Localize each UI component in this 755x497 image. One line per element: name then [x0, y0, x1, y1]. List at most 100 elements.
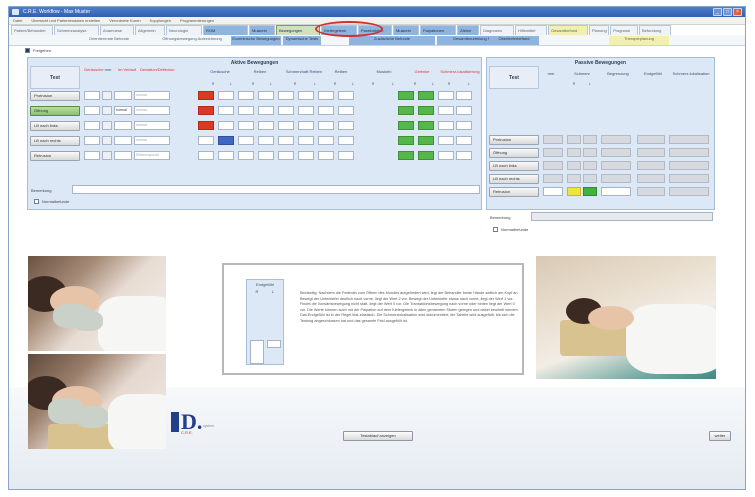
subtab-6[interactable]: Oberkieferbefund: [489, 36, 539, 45]
tab-prognose[interactable]: Prognose: [610, 25, 638, 35]
tab-allgemein[interactable]: Allgemein: [135, 25, 165, 35]
passive-cell[interactable]: [567, 161, 581, 170]
passive-cell[interactable]: [583, 135, 597, 144]
passive-cell[interactable]: [669, 161, 709, 170]
passive-test-button-2[interactable]: LB nach links: [489, 161, 539, 171]
tab-rom[interactable]: ROM: [203, 25, 248, 35]
active-pain-loc-field[interactable]: [438, 136, 454, 145]
active-status-empty[interactable]: [298, 136, 314, 145]
active-mm-field[interactable]: [102, 121, 112, 130]
active-pain-loc-field[interactable]: [456, 136, 472, 145]
active-status-empty[interactable]: [318, 151, 334, 160]
menu-item-file[interactable]: Datei: [13, 18, 22, 23]
active-test-button-2[interactable]: LB nach links: [30, 121, 80, 131]
active-deviation-field[interactable]: normal: [134, 136, 170, 145]
active-status-green[interactable]: [418, 136, 434, 145]
tab-muskeln[interactable]: Muskeln: [249, 25, 275, 35]
active-status-green[interactable]: [398, 91, 414, 100]
active-mm-field[interactable]: [102, 151, 112, 160]
active-status-empty[interactable]: [258, 136, 274, 145]
menu-item-overview[interactable]: Übersicht und Patientendaten erstellen: [31, 18, 100, 23]
tab-muskeln[interactable]: Muskeln: [393, 25, 419, 35]
active-status-red[interactable]: [198, 106, 214, 115]
active-noise-field[interactable]: [84, 106, 100, 115]
subtab-3[interactable]: Dynamische Tests: [283, 36, 321, 45]
active-status-red[interactable]: [198, 91, 214, 100]
passive-remark-field[interactable]: [531, 212, 713, 221]
tab-bewegungen[interactable]: Bewegungen: [276, 25, 320, 35]
subtab-7[interactable]: Therapieplanung: [609, 36, 669, 45]
active-status-empty[interactable]: [338, 151, 354, 160]
freigeben-checkbox[interactable]: [25, 48, 30, 53]
passive-cell[interactable]: [601, 187, 631, 196]
active-status-green[interactable]: [398, 151, 414, 160]
active-status-empty[interactable]: [318, 91, 334, 100]
passive-cell[interactable]: [567, 174, 581, 183]
active-status-empty[interactable]: [218, 91, 234, 100]
passive-cell[interactable]: [601, 161, 631, 170]
active-status-empty[interactable]: [278, 151, 294, 160]
active-remark-field[interactable]: [72, 185, 480, 194]
subtab-4[interactable]: Zusätzliche Befunde: [349, 36, 435, 45]
passive-cell[interactable]: [637, 148, 665, 157]
active-deviation-field[interactable]: normal: [134, 121, 170, 130]
active-status-empty[interactable]: [198, 151, 214, 160]
subtab-0[interactable]: Orientierende Befunde: [79, 36, 139, 45]
active-status-empty[interactable]: [198, 136, 214, 145]
active-test-button-1[interactable]: Öffnung: [30, 106, 80, 116]
freigeben-checkbox-row[interactable]: Freigeben: [25, 48, 51, 53]
active-status-empty[interactable]: [298, 106, 314, 115]
passive-cell[interactable]: [543, 174, 563, 183]
active-pain-loc-field[interactable]: [438, 106, 454, 115]
active-course-field[interactable]: [114, 91, 132, 100]
tab-hilfsmittel[interactable]: Hilfsmittel: [515, 25, 547, 35]
active-status-empty[interactable]: [218, 121, 234, 130]
active-status-empty[interactable]: [278, 121, 294, 130]
passive-cell[interactable]: [669, 148, 709, 157]
active-status-empty[interactable]: [238, 106, 254, 115]
active-status-empty[interactable]: [238, 121, 254, 130]
passive-cell[interactable]: [601, 174, 631, 183]
active-status-green[interactable]: [418, 91, 434, 100]
passive-cell[interactable]: [583, 148, 597, 157]
active-deviation-field[interactable]: normal: [134, 106, 170, 115]
active-test-button-4[interactable]: Retrusion: [30, 151, 80, 161]
active-normal-row[interactable]: Normalbefunde: [34, 199, 69, 204]
passive-test-button-4[interactable]: Retrusion: [489, 187, 539, 197]
active-course-field[interactable]: normal: [114, 106, 132, 115]
active-test-button-0[interactable]: Protrusion: [30, 91, 80, 101]
passive-cell[interactable]: [637, 187, 665, 196]
active-noise-field[interactable]: [84, 91, 100, 100]
active-status-green[interactable]: [418, 151, 434, 160]
active-deviation-field[interactable]: Referenzpunkt: [134, 151, 170, 160]
active-status-green[interactable]: [418, 121, 434, 130]
passive-cell[interactable]: [543, 161, 563, 170]
active-status-empty[interactable]: [238, 136, 254, 145]
active-status-empty[interactable]: [278, 91, 294, 100]
active-status-empty[interactable]: [218, 106, 234, 115]
active-pain-loc-field[interactable]: [438, 121, 454, 130]
active-status-green[interactable]: [398, 136, 414, 145]
active-status-green[interactable]: [418, 106, 434, 115]
next-button[interactable]: weiter: [709, 431, 731, 441]
tab-neurologie[interactable]: Neurologie: [166, 25, 202, 35]
mini-table-field-r[interactable]: [250, 340, 264, 364]
active-noise-field[interactable]: [84, 121, 100, 130]
show-procedure-button[interactable]: Testablauf anzeigen: [343, 431, 413, 441]
active-test-button-3[interactable]: LB nach rechts: [30, 136, 80, 146]
tab-diagnosen[interactable]: Diagnosen: [480, 25, 514, 35]
active-status-empty[interactable]: [338, 136, 354, 145]
active-status-green[interactable]: [398, 106, 414, 115]
tab-schmerzanalyse[interactable]: Schmerzanalyse: [54, 25, 99, 35]
active-deviation-field[interactable]: normal: [134, 91, 170, 100]
passive-cell[interactable]: [637, 135, 665, 144]
active-status-empty[interactable]: [318, 106, 334, 115]
active-status-empty[interactable]: [238, 91, 254, 100]
passive-normal-row[interactable]: Normalbefunde: [493, 227, 528, 232]
active-status-empty[interactable]: [238, 151, 254, 160]
active-status-blue[interactable]: [218, 136, 234, 145]
tab-zähne[interactable]: Zähne: [457, 25, 479, 35]
active-status-empty[interactable]: [258, 121, 274, 130]
passive-test-button-3[interactable]: LB nach rechts: [489, 174, 539, 184]
active-status-empty[interactable]: [298, 121, 314, 130]
